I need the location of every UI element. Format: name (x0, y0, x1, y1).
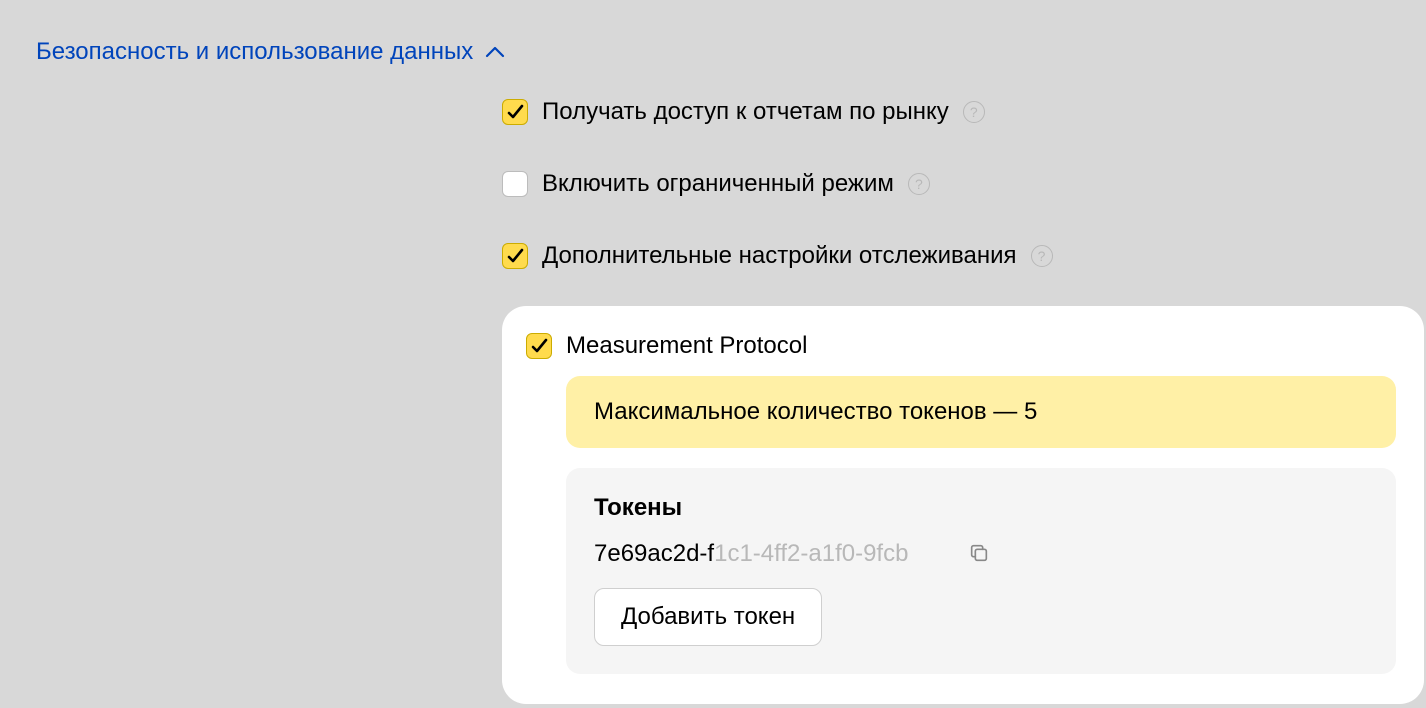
help-icon[interactable]: ? (908, 173, 930, 195)
checkbox-measurement-protocol[interactable] (526, 333, 552, 359)
token-value: 7e69ac2d-f1c1-4ff2-a1f0-9fcb (594, 540, 908, 568)
token-row: 7e69ac2d-f1c1-4ff2-a1f0-9fcb (594, 540, 1368, 568)
token-visible-part: 7e69ac2d-f (594, 540, 714, 567)
add-token-button[interactable]: Добавить токен (594, 588, 822, 646)
copy-icon[interactable] (968, 542, 992, 566)
section-toggle-security[interactable]: Безопасность и использование данных (36, 38, 1390, 66)
tokens-heading: Токены (594, 494, 1368, 522)
measurement-protocol-card: Measurement Protocol Максимальное количе… (502, 306, 1424, 704)
option-market-reports: Получать доступ к отчетам по рынку ? (502, 98, 1390, 126)
option-label: Дополнительные настройки отслеживания (542, 242, 1017, 270)
option-label: Включить ограниченный режим (542, 170, 894, 198)
option-label: Получать доступ к отчетам по рынку (542, 98, 949, 126)
tokens-limit-banner: Максимальное количество токенов — 5 (566, 376, 1396, 448)
section-title: Безопасность и использование данных (36, 38, 473, 66)
tokens-panel: Токены 7e69ac2d-f1c1-4ff2-a1f0-9fcb Доба… (566, 468, 1396, 674)
option-limited-mode: Включить ограниченный режим ? (502, 170, 1390, 198)
chevron-up-icon (485, 42, 505, 62)
checkbox-market-reports[interactable] (502, 99, 528, 125)
checkbox-limited-mode[interactable] (502, 171, 528, 197)
help-icon[interactable]: ? (1031, 245, 1053, 267)
help-icon[interactable]: ? (963, 101, 985, 123)
option-extra-tracking: Дополнительные настройки отслеживания ? (502, 242, 1390, 270)
option-label: Measurement Protocol (566, 332, 807, 360)
checkbox-extra-tracking[interactable] (502, 243, 528, 269)
token-masked-part: 1c1-4ff2-a1f0-9fcb (714, 540, 908, 567)
option-measurement-protocol: Measurement Protocol (526, 332, 1396, 360)
